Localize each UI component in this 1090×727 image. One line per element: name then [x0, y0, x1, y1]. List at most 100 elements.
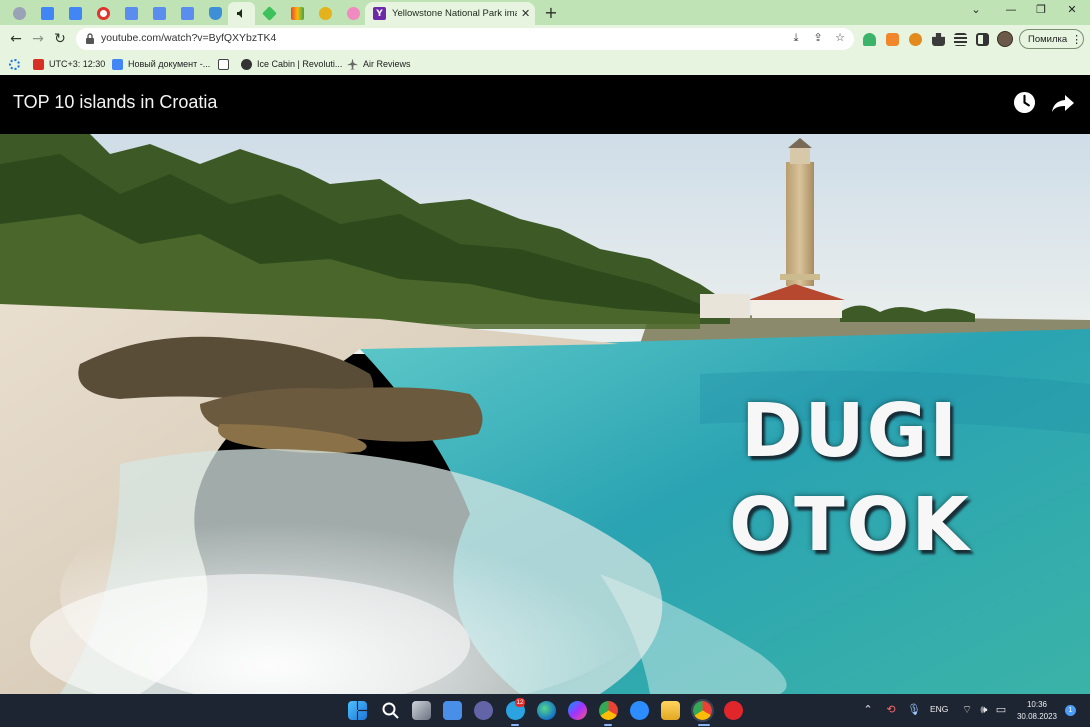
pinwheel-icon: [347, 7, 360, 20]
tab-translate-1[interactable]: [118, 2, 145, 25]
bookmark-label: UTC+3: 12:30: [49, 59, 106, 69]
edge-icon[interactable]: [537, 701, 556, 720]
tab-multicolor[interactable]: [284, 2, 311, 25]
globe-icon: [241, 58, 252, 70]
yahoo-icon: Y: [373, 7, 386, 20]
watch-later-clock-icon[interactable]: [1013, 91, 1036, 114]
bookmark-star-icon[interactable]: ☆: [832, 31, 848, 44]
forward-button[interactable]: →: [28, 29, 48, 49]
yellow-circle-icon: [319, 7, 332, 20]
bookmark-utc-clock[interactable]: UTC+3: 12:30: [33, 57, 105, 71]
chrome-profile-icon[interactable]: [691, 699, 714, 722]
side-panel-icon[interactable]: [976, 33, 989, 46]
tab-search-chevron-icon[interactable]: ⌄: [966, 2, 986, 18]
media-queue-icon[interactable]: [954, 33, 967, 46]
volume-icon[interactable]: 🕪: [977, 703, 991, 717]
video-caption: DUGI OTOK: [690, 384, 1010, 572]
battery-icon[interactable]: ▭: [994, 703, 1008, 716]
bookmark-label: Air Reviews: [363, 59, 411, 69]
browser-toolbar: ← → ↻ youtube.com/watch?v=ByfQXYbzTK4 ⤓ …: [0, 25, 1090, 53]
bookmark-medium[interactable]: [218, 57, 234, 71]
restore-button[interactable]: ❐: [1031, 2, 1051, 18]
download-icon[interactable]: ⤓: [788, 31, 804, 45]
tab-strip: Y Yellowstone National Park image ✕ + ⌄ …: [0, 0, 1090, 25]
metamask-icon[interactable]: [886, 33, 899, 46]
widgets-icon[interactable]: [443, 701, 462, 720]
tab-yellow[interactable]: [312, 2, 339, 25]
close-window-button[interactable]: ✕: [1062, 2, 1082, 18]
kebab-menu-icon[interactable]: ⋮: [1071, 33, 1082, 46]
bookmark-new-document[interactable]: Новый документ -...: [112, 57, 210, 71]
clock-date: 30.08.2023: [1016, 712, 1058, 721]
video-header: TOP 10 islands in Croatia: [0, 77, 1090, 134]
tab-shield[interactable]: [202, 2, 229, 25]
tab-translate-2[interactable]: [146, 2, 173, 25]
task-view-icon[interactable]: [412, 701, 431, 720]
notification-badge[interactable]: 1: [1065, 705, 1076, 716]
bookmark-label: Ice Cabin | Revoluti...: [257, 59, 343, 69]
clock-bookmark-icon: [33, 58, 44, 70]
chrome-icon[interactable]: [599, 701, 618, 720]
search-icon[interactable]: [381, 701, 400, 720]
active-indicator: [604, 724, 612, 726]
share-icon[interactable]: ⇪: [810, 31, 826, 44]
medium-icon: [218, 58, 229, 70]
tab-docs-1[interactable]: [34, 2, 61, 25]
diamond-icon: [262, 6, 277, 21]
system-clock[interactable]: 10:36 30.08.2023: [1014, 699, 1060, 723]
tab-title: Yellowstone National Park image: [392, 8, 517, 19]
wifi-icon[interactable]: ⌔: [960, 703, 974, 717]
multicolor-logo-icon: [291, 7, 304, 20]
extension-orange-icon[interactable]: [909, 33, 922, 46]
circle-logo-icon: [97, 7, 110, 20]
google-docs-icon: [41, 7, 54, 20]
tab-pink[interactable]: [340, 2, 367, 25]
shield-icon: [209, 7, 222, 20]
bookmark-air-reviews[interactable]: Air Reviews: [347, 57, 411, 71]
yandex-browser-icon[interactable]: [724, 701, 743, 720]
translate-icon: [181, 7, 194, 20]
google-docs-icon: [69, 7, 82, 20]
url-text[interactable]: youtube.com/watch?v=ByfQXYbzTK4: [101, 32, 276, 44]
google-docs-icon: [112, 58, 123, 70]
avatar[interactable]: [997, 31, 1013, 47]
microphone-icon[interactable]: 🎙: [907, 703, 921, 716]
profile-error-button[interactable]: Помилка ⋮: [1019, 29, 1084, 49]
minimize-button[interactable]: —: [1001, 2, 1021, 18]
language-indicator[interactable]: ENG: [930, 704, 948, 714]
chevron-up-icon[interactable]: ⌃: [861, 703, 875, 716]
lock-icon[interactable]: [84, 32, 96, 45]
clock-time: 10:36: [1026, 700, 1048, 709]
new-tab-button[interactable]: +: [544, 4, 558, 22]
speaker-icon: [237, 9, 242, 18]
telegram-unread-badge: 12: [515, 698, 525, 707]
back-button[interactable]: ←: [6, 29, 26, 49]
tab-green[interactable]: [256, 2, 283, 25]
profile-error-label: Помилка: [1028, 33, 1068, 45]
file-explorer-icon[interactable]: [661, 701, 680, 720]
extension-green-icon[interactable]: [863, 33, 876, 46]
tab-active[interactable]: Y Yellowstone National Park image ✕: [365, 2, 535, 25]
tab-translate-3[interactable]: [174, 2, 201, 25]
zoom-icon[interactable]: [630, 701, 649, 720]
share-arrow-icon[interactable]: [1051, 91, 1075, 115]
video-player[interactable]: DUGI OTOK: [0, 134, 1090, 694]
bookmark-ice-cabin[interactable]: Ice Cabin | Revoluti...: [241, 57, 342, 71]
teams-chat-icon[interactable]: [474, 701, 493, 720]
windows-taskbar: 12 ⌃ ⟲ 🎙 ENG ⌔ 🕪 ▭ 10:36 30.08.2023 1: [0, 694, 1090, 727]
bookmark-settings[interactable]: [9, 57, 25, 71]
video-title[interactable]: TOP 10 islands in Croatia: [13, 92, 217, 113]
address-bar[interactable]: youtube.com/watch?v=ByfQXYbzTK4 ⤓ ⇪ ☆: [76, 28, 854, 50]
tab-audio-playing[interactable]: [228, 2, 255, 25]
tab-docs-2[interactable]: [62, 2, 89, 25]
tab-close-icon[interactable]: ✕: [521, 7, 530, 20]
reload-button[interactable]: ↻: [50, 29, 70, 49]
caption-line-2: OTOK: [729, 482, 971, 568]
puzzle-extensions-icon[interactable]: [932, 33, 945, 46]
sync-icon[interactable]: ⟲: [884, 703, 898, 716]
messenger-icon[interactable]: [568, 701, 587, 720]
start-windows-icon[interactable]: [348, 701, 367, 720]
tab-settings[interactable]: [6, 2, 33, 25]
translate-icon: [125, 7, 138, 20]
tab-red-circle[interactable]: [90, 2, 117, 25]
